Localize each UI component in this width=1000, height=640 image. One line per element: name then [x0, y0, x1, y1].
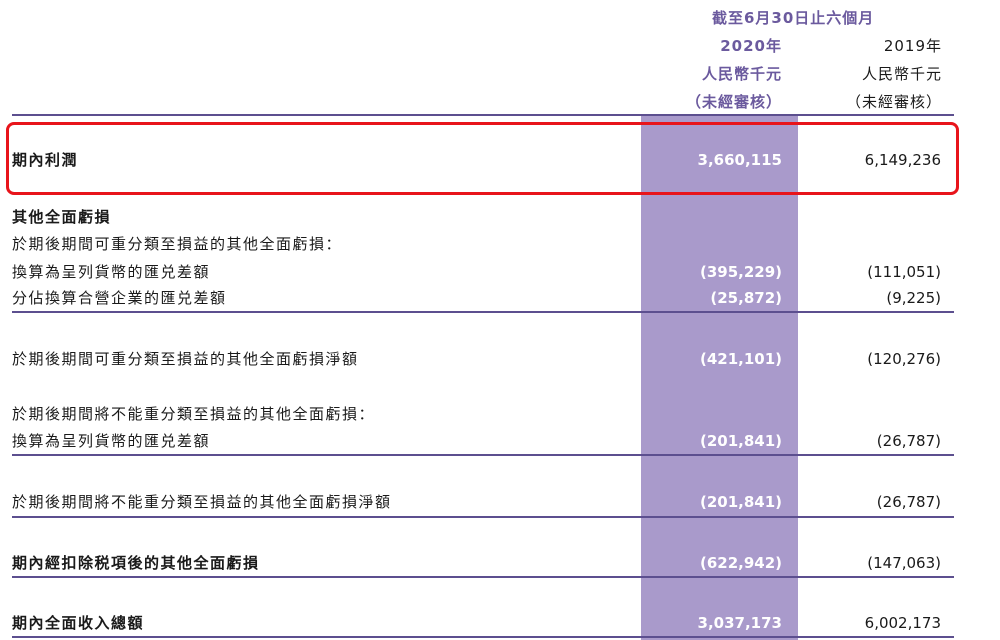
col-2019-year: 2019年: [883, 37, 942, 55]
table-row: 換算為呈列貨幣的匯兑差額 (201,841) (26,787): [12, 429, 954, 453]
financial-statement: 截至6月30日止六個月 2020年 人民幣千元 （未經審核） 2019年 人民幣…: [0, 0, 1000, 640]
value-2019: (26,787): [876, 432, 941, 450]
table-row: 於期後期間將不能重分類至損益的其他全面虧損：: [12, 402, 954, 426]
value-2020: (622,942): [699, 554, 782, 572]
row-label: 換算為呈列貨幣的匯兑差額: [12, 263, 211, 281]
table-row: 換算為呈列貨幣的匯兑差額 (395,229) (111,051): [12, 260, 954, 284]
table-row: 其他全面虧損: [12, 205, 954, 229]
table-row: 於期後期間可重分類至損益的其他全面虧損淨額 (421,101) (120,276…: [12, 347, 954, 371]
period-heading: 截至6月30日止六個月: [712, 9, 875, 27]
value-2020: (421,101): [699, 350, 782, 368]
value-2019: (147,063): [867, 554, 941, 572]
value-2019: (120,276): [867, 350, 941, 368]
table-row: 於期後期間可重分類至損益的其他全面虧損：: [12, 232, 954, 256]
row-label: 期內經扣除税項後的其他全面虧損: [12, 554, 260, 572]
row-label: 期內全面收入總額: [12, 614, 145, 632]
value-2020: (201,841): [699, 493, 782, 511]
col-2019-audit: （未經審核）: [845, 93, 942, 111]
table-row: 期內全面收入總額 3,037,173 6,002,173: [12, 611, 954, 635]
row-label: 分佔換算合營企業的匯兑差額: [12, 289, 227, 307]
row-label: 於期後期間將不能重分類至損益的其他全面虧損淨額: [12, 493, 392, 511]
table-row: 於期後期間將不能重分類至損益的其他全面虧損淨額 (201,841) (26,78…: [12, 490, 954, 514]
value-2019: (26,787): [876, 493, 941, 511]
table-row: 期內經扣除税項後的其他全面虧損 (622,942) (147,063): [12, 551, 954, 575]
value-2020: (395,229): [699, 263, 782, 281]
col-2020-audit: （未經審核）: [685, 93, 782, 111]
total-rule: [12, 636, 954, 638]
row-label: 於期後期間將不能重分類至損益的其他全面虧損：: [12, 405, 376, 423]
subtotal-rule: [12, 311, 954, 313]
subtotal-rule: [12, 454, 954, 456]
row-label: 換算為呈列貨幣的匯兑差額: [12, 432, 211, 450]
subtotal-rule: [12, 516, 954, 518]
value-2020: (201,841): [699, 432, 782, 450]
header-rule: [12, 114, 954, 116]
subtotal-rule: [12, 576, 954, 578]
value-2020: (25,872): [710, 289, 782, 307]
highlight-box: [6, 122, 959, 195]
row-label: 其他全面虧損: [12, 208, 112, 226]
col-2020-year: 2020年: [720, 37, 782, 55]
col-2020-unit: 人民幣千元: [701, 65, 782, 83]
row-label: 於期後期間可重分類至損益的其他全面虧損：: [12, 235, 343, 253]
col-2019-unit: 人民幣千元: [861, 65, 942, 83]
value-2019: 6,002,173: [864, 614, 941, 632]
row-label: 於期後期間可重分類至損益的其他全面虧損淨額: [12, 350, 359, 368]
value-2019: (111,051): [867, 263, 941, 281]
value-2019: (9,225): [886, 289, 941, 307]
value-2020: 3,037,173: [697, 614, 782, 632]
table-row: 分佔換算合營企業的匯兑差額 (25,872) (9,225): [12, 286, 954, 310]
